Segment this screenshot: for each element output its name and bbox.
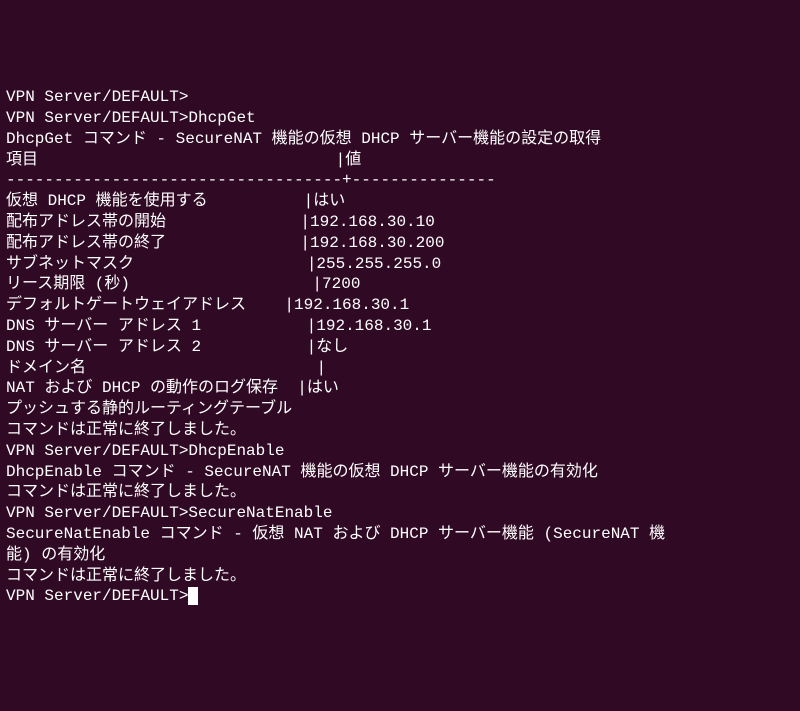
dhcpenable-description: DhcpEnable コマンド - SecureNAT 機能の仮想 DHCP サ… <box>6 462 794 483</box>
table-row: サブネットマスク |255.255.255.0 <box>6 254 794 275</box>
command-securenatenable: VPN Server/DEFAULT>SecureNatEnable <box>6 503 794 524</box>
completed-message: コマンドは正常に終了しました。 <box>6 420 794 441</box>
securenatenable-description: SecureNatEnable コマンド - 仮想 NAT および DHCP サ… <box>6 524 794 545</box>
table-row: デフォルトゲートウェイアドレス |192.168.30.1 <box>6 295 794 316</box>
completed-message: コマンドは正常に終了しました。 <box>6 566 794 587</box>
table-row: 配布アドレス帯の開始 |192.168.30.10 <box>6 212 794 233</box>
table-row: 配布アドレス帯の終了 |192.168.30.200 <box>6 233 794 254</box>
table-row: NAT および DHCP の動作のログ保存 |はい <box>6 378 794 399</box>
table-row: プッシュする静的ルーティングテーブル <box>6 399 794 420</box>
table-row: 仮想 DHCP 機能を使用する |はい <box>6 191 794 212</box>
prompt-line: VPN Server/DEFAULT> <box>6 87 794 108</box>
dhcpget-description: DhcpGet コマンド - SecureNAT 機能の仮想 DHCP サーバー… <box>6 129 794 150</box>
prompt-active[interactable]: VPN Server/DEFAULT> <box>6 586 794 607</box>
table-row: リース期限 (秒) |7200 <box>6 274 794 295</box>
cursor-icon <box>188 587 198 605</box>
table-separator: -----------------------------------+----… <box>6 170 794 191</box>
command-dhcpenable: VPN Server/DEFAULT>DhcpEnable <box>6 441 794 462</box>
command-dhcpget: VPN Server/DEFAULT>DhcpGet <box>6 108 794 129</box>
securenatenable-description: 能) の有効化 <box>6 545 794 566</box>
completed-message: コマンドは正常に終了しました。 <box>6 482 794 503</box>
terminal-output: VPN Server/DEFAULT>VPN Server/DEFAULT>Dh… <box>6 87 794 607</box>
table-row: DNS サーバー アドレス 2 |なし <box>6 337 794 358</box>
table-row: ドメイン名 | <box>6 358 794 379</box>
table-row: DNS サーバー アドレス 1 |192.168.30.1 <box>6 316 794 337</box>
table-header: 項目 |値 <box>6 150 794 171</box>
